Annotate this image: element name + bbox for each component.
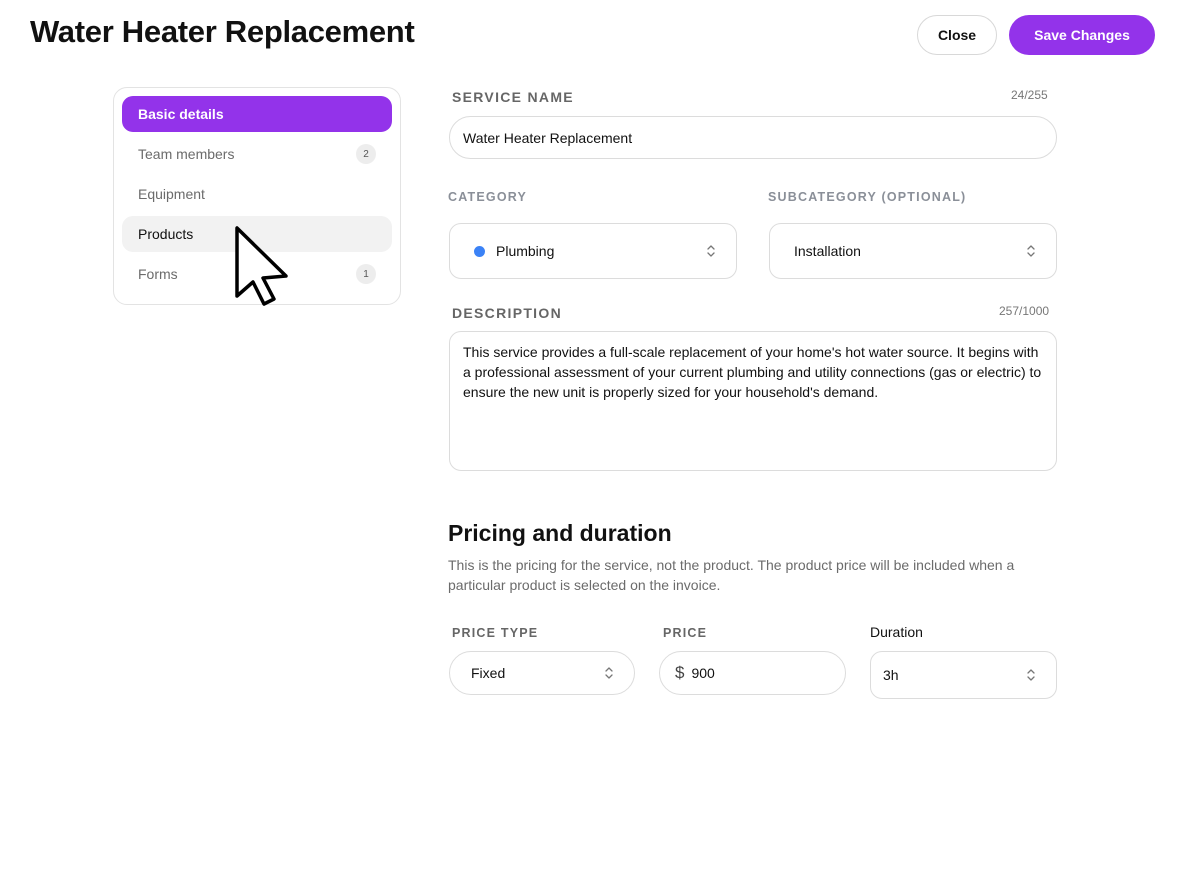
subcategory-select[interactable]: Installation <box>769 223 1057 279</box>
nav-item-label: Equipment <box>138 186 205 202</box>
description-label: DESCRIPTION <box>452 305 562 321</box>
subcategory-value: Installation <box>794 243 861 259</box>
category-label: CATEGORY <box>448 190 528 204</box>
price-label: PRICE <box>663 626 708 640</box>
chevron-up-down-icon <box>1027 669 1035 681</box>
count-badge: 2 <box>356 144 376 164</box>
nav-item-equipment[interactable]: Equipment <box>122 176 392 212</box>
duration-value: 3h <box>883 667 899 683</box>
pricing-section-title: Pricing and duration <box>448 520 672 546</box>
service-name-counter: 24/255 <box>1011 88 1048 102</box>
nav-item-basic-details[interactable]: Basic details <box>122 96 392 132</box>
price-type-select[interactable]: Fixed <box>449 651 635 695</box>
close-button[interactable]: Close <box>917 15 997 55</box>
chevron-up-down-icon <box>707 245 715 257</box>
nav-item-team-members[interactable]: Team members 2 <box>122 136 392 172</box>
save-changes-button[interactable]: Save Changes <box>1009 15 1155 55</box>
count-badge: 1 <box>356 264 376 284</box>
price-input[interactable]: $ 900 <box>659 651 846 695</box>
nav-item-label: Forms <box>138 266 178 282</box>
service-name-label: SERVICE NAME <box>452 89 574 105</box>
price-value: 900 <box>691 665 715 681</box>
category-color-dot <box>474 245 485 257</box>
mouse-pointer-icon <box>235 226 288 306</box>
page-title: Water Heater Replacement <box>30 14 415 49</box>
description-counter: 257/1000 <box>999 304 1050 318</box>
pricing-section-description: This is the pricing for the service, not… <box>448 557 1015 593</box>
subcategory-label: SUBCATEGORY (OPTIONAL) <box>768 190 967 204</box>
category-select[interactable]: Plumbing <box>449 223 737 279</box>
nav-item-label: Products <box>138 226 194 242</box>
nav-item-label: Team members <box>138 146 235 162</box>
service-name-value: Water Heater Replacement <box>463 129 633 146</box>
service-editor-page: Water Heater Replacement Close Save Chan… <box>0 0 1184 885</box>
chevron-up-down-icon <box>1027 245 1035 257</box>
chevron-up-down-icon <box>605 667 613 679</box>
currency-symbol: $ <box>675 663 685 682</box>
price-type-value: Fixed <box>471 665 506 681</box>
description-textarea[interactable]: This service provides a full-scale repla… <box>449 331 1057 471</box>
category-value: Plumbing <box>496 243 555 259</box>
duration-label: Duration <box>870 624 923 640</box>
service-name-input[interactable]: Water Heater Replacement <box>449 116 1057 159</box>
nav-item-label: Basic details <box>138 106 224 122</box>
duration-select[interactable]: 3h <box>870 651 1057 699</box>
price-type-label: PRICE TYPE <box>452 626 539 640</box>
